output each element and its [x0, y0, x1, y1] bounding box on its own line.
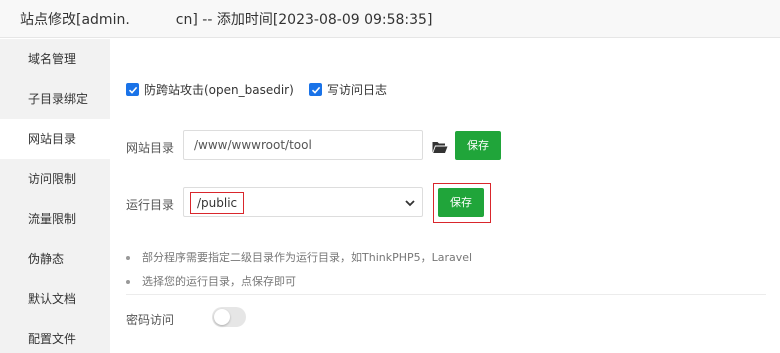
bullet-icon	[126, 280, 130, 284]
open-basedir-option: 防跨站攻击(open_basedir)	[126, 81, 294, 98]
sidebar-item-subdir-binding[interactable]: 子目录绑定	[0, 79, 110, 119]
open-basedir-label: 防跨站攻击(open_basedir)	[144, 83, 294, 97]
dialog-titlebar: 站点修改[admin. cn] -- 添加时间[2023-08-09 09:58:…	[0, 0, 780, 38]
site-dir-save-button[interactable]: 保存	[455, 131, 501, 160]
toggle-knob	[214, 309, 230, 325]
sidebar-item-default-document[interactable]: 默认文档	[0, 279, 110, 319]
open-basedir-checkbox[interactable]	[126, 83, 139, 96]
chevron-down-icon	[405, 200, 415, 207]
dialog-title: 站点修改[admin. cn] -- 添加时间[2023-08-09 09:58:…	[20, 9, 432, 29]
run-dir-label: 运行目录	[126, 198, 175, 212]
redacted-domain	[129, 13, 176, 27]
access-log-option: 写访问日志	[309, 81, 387, 98]
tip-text: 选择您的运行目录，点保存即可	[142, 275, 296, 288]
dialog-title-suffix: cn] -- 添加时间[2023-08-09 09:58:35]	[175, 12, 433, 28]
checkmark-icon	[128, 86, 137, 94]
run-dir-save-button[interactable]: 保存	[438, 188, 484, 217]
folder-open-icon[interactable]	[432, 140, 448, 154]
tip-item: 部分程序需要指定二级目录作为运行目录，如ThinkPHP5，Laravel	[126, 249, 472, 265]
password-access-label: 密码访问	[126, 313, 175, 327]
site-dir-label: 网站目录	[126, 141, 175, 155]
access-log-label: 写访问日志	[327, 83, 388, 97]
site-dir-input[interactable]	[183, 130, 423, 160]
sidebar-item-rewrite[interactable]: 伪静态	[0, 239, 110, 279]
bullet-icon	[126, 256, 130, 260]
site-directory-panel: 防跨站攻击(open_basedir) 写访问日志 网站目录 保存 运行目录 /…	[110, 39, 780, 353]
tip-item: 选择您的运行目录，点保存即可	[126, 273, 296, 289]
run-dir-select[interactable]: /public	[183, 187, 423, 217]
sidebar-item-traffic-limit[interactable]: 流量限制	[0, 199, 110, 239]
dialog-title-prefix: 站点修改[admin.	[20, 12, 130, 28]
divider	[126, 294, 766, 295]
sidebar-item-config-file[interactable]: 配置文件	[0, 319, 110, 353]
tip-text: 部分程序需要指定二级目录作为运行目录，如ThinkPHP5，Laravel	[142, 251, 473, 264]
sidebar-item-site-directory[interactable]: 网站目录	[0, 119, 110, 159]
checkmark-icon	[311, 86, 320, 94]
run-dir-selected-value: /public	[190, 192, 245, 214]
password-access-toggle[interactable]	[212, 307, 246, 327]
sidebar: 域名管理 子目录绑定 网站目录 访问限制 流量限制 伪静态 默认文档 配置文件	[0, 39, 110, 353]
access-log-checkbox[interactable]	[309, 83, 322, 96]
sidebar-item-domain[interactable]: 域名管理	[0, 39, 110, 79]
sidebar-item-access-restriction[interactable]: 访问限制	[0, 159, 110, 199]
